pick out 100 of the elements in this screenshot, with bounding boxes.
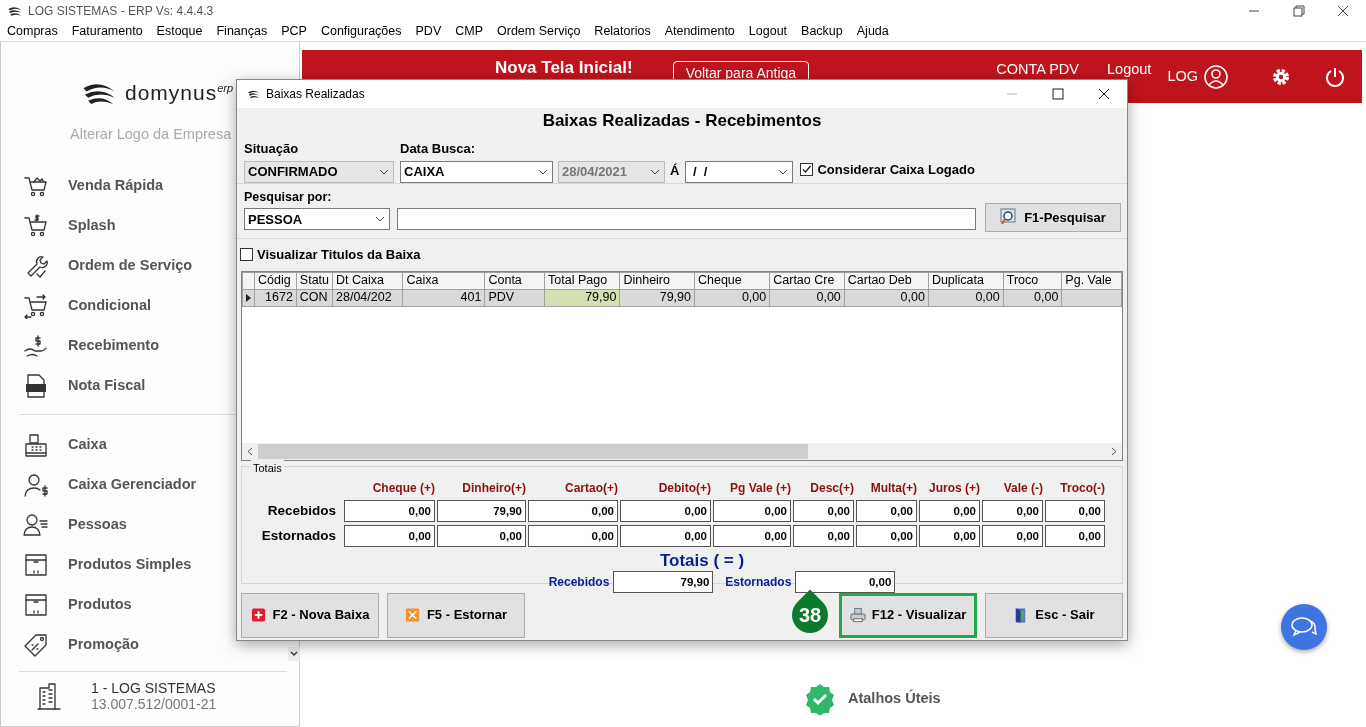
amount-field[interactable]: 0,00 (1045, 524, 1105, 547)
column-header[interactable]: Caixa (402, 272, 485, 289)
column-header[interactable]: Duplicata (928, 272, 1004, 289)
sidebar-item[interactable]: Promoção (68, 633, 139, 656)
menu-item[interactable]: Configurações (313, 22, 409, 41)
menu-item[interactable]: Estoque (149, 22, 210, 41)
dialog-title: Baixas Realizadas (266, 86, 365, 103)
amount-field[interactable]: 0,00 (1045, 499, 1105, 522)
total-field[interactable]: 79,90 (613, 570, 714, 593)
total-field[interactable]: 0,00 (795, 570, 896, 593)
amount-field[interactable]: 79,90 (437, 499, 526, 522)
cart-icon (23, 292, 49, 319)
sidebar-item[interactable]: Condicional (68, 294, 151, 317)
column-label: Debito(+) (657, 479, 711, 497)
sidebar-item[interactable]: Caixa Gerenciador (68, 473, 197, 496)
menu-item[interactable]: Atendimento (657, 22, 742, 41)
sidebar-item[interactable]: Recebimento (68, 334, 160, 357)
sidebar-item[interactable]: Splash (68, 214, 116, 237)
search-by-dropdown[interactable]: PESSOA (244, 208, 390, 231)
sidebar-item[interactable]: Venda Rápida (68, 174, 164, 197)
column-header[interactable]: Códig (254, 272, 297, 289)
amount-field[interactable]: 0,00 (793, 499, 854, 522)
amount-field[interactable]: 0,00 (620, 524, 711, 547)
amount-field[interactable]: 0,00 (713, 499, 791, 522)
printer-icon (849, 606, 866, 624)
user-icon (23, 511, 49, 538)
sidebar-item[interactable]: Produtos Simples (68, 553, 192, 576)
amount-field[interactable]: 0,00 (856, 499, 917, 522)
scrollbar-thumb[interactable] (258, 443, 808, 459)
row-label: Estornados (260, 526, 337, 545)
amount-field[interactable]: 0,00 (919, 524, 980, 547)
total-label: Estornados (725, 573, 792, 591)
menu-item[interactable]: PCP (274, 22, 314, 41)
amount-field[interactable]: 0,00 (344, 524, 435, 547)
menu-item[interactable]: Backup (794, 22, 850, 41)
amount-field[interactable]: 0,00 (528, 499, 618, 522)
plus-icon (250, 606, 267, 624)
badge-check-icon (804, 683, 836, 715)
caret-down-icon[interactable] (288, 647, 300, 661)
amount-field[interactable]: 0,00 (793, 524, 854, 547)
building-icon (37, 681, 61, 710)
column-header[interactable]: Troco (1003, 272, 1062, 289)
amount-field[interactable]: 0,00 (982, 499, 1043, 522)
search-button[interactable]: F1-Pesquisar (985, 202, 1121, 232)
column-header[interactable]: Statu (296, 272, 333, 289)
sidebar-item[interactable]: Caixa (68, 433, 107, 456)
menu-item[interactable]: Finanças (209, 22, 275, 41)
preview-button[interactable]: F12 - Visualizar (839, 592, 977, 638)
logout-link[interactable]: Logout (1107, 59, 1152, 81)
amount-field[interactable]: 0,00 (528, 524, 618, 547)
checkbox-label: Considerar Caixa Logado (817, 160, 975, 179)
column-label: Cheque (+) (371, 479, 435, 497)
power-icon[interactable] (1324, 65, 1346, 88)
amount-field[interactable]: 0,00 (713, 524, 791, 547)
menu-item[interactable]: Ajuda (849, 22, 896, 41)
menu-item[interactable]: Logout (741, 22, 795, 41)
column-header[interactable]: Pg. Vale (1061, 272, 1122, 289)
column-header[interactable]: Total Pago (544, 272, 620, 289)
chat-icon (1290, 615, 1318, 639)
menu-item[interactable]: Faturamento (64, 22, 150, 41)
sidebar-item[interactable]: Pessoas (68, 513, 127, 536)
menu-item[interactable]: Compras (0, 22, 65, 41)
sidebar-item[interactable]: Produtos (68, 593, 132, 616)
checkbox[interactable] (800, 162, 814, 176)
date-type-dropdown[interactable]: CAIXA (400, 161, 553, 183)
column-label: Dinheiro(+) (461, 479, 526, 497)
user-name[interactable]: LOG (1167, 65, 1198, 88)
menu-item[interactable]: Ordem Serviço (490, 22, 588, 41)
column-label: Desc(+) (809, 479, 854, 497)
field-label: Pesquisar por: (244, 189, 333, 206)
checkbox[interactable] (240, 248, 253, 262)
menu-item[interactable]: Relatorios (587, 22, 658, 41)
amount-field[interactable]: 0,00 (982, 524, 1043, 547)
total-label: Recebidos (548, 573, 610, 591)
date-field[interactable]: / / (685, 161, 794, 183)
column-header[interactable]: Cheque (694, 272, 770, 289)
sidebar-item[interactable]: Nota Fiscal (68, 374, 146, 397)
column-header[interactable]: Dinheiro (619, 272, 695, 289)
sidebar-item[interactable]: Ordem de Serviço (68, 254, 193, 277)
reverse-button[interactable]: F5 - Estornar (387, 592, 525, 638)
amount-field[interactable]: 0,00 (344, 499, 435, 522)
column-header[interactable]: Cartao Deb (844, 272, 929, 289)
amount-field[interactable]: 0,00 (437, 524, 526, 547)
amount-field[interactable]: 0,00 (919, 499, 980, 522)
menu-item[interactable]: PDV (408, 22, 449, 41)
column-header[interactable]: Dt Caixa (332, 272, 403, 289)
column-header[interactable]: Conta (484, 272, 545, 289)
column-label: Multa(+) (869, 479, 917, 497)
new-button[interactable]: F2 - Nova Baixa (241, 592, 379, 638)
chat-button[interactable] (1281, 604, 1327, 650)
search-field[interactable] (397, 208, 976, 231)
column-header[interactable]: Cartao Cre (769, 272, 845, 289)
shortcuts-label[interactable]: Atalhos Úteis (848, 688, 941, 710)
exit-button[interactable]: Esc - Sair (985, 592, 1123, 638)
user-icon[interactable] (1204, 64, 1228, 89)
account-link[interactable]: CONTA PDV (996, 59, 1079, 81)
menu-item[interactable]: CMP (448, 22, 490, 41)
amount-field[interactable]: 0,00 (620, 499, 711, 522)
amount-field[interactable]: 0,00 (856, 524, 917, 547)
checkbox-label: Visualizar Titulos da Baixa (257, 246, 421, 264)
